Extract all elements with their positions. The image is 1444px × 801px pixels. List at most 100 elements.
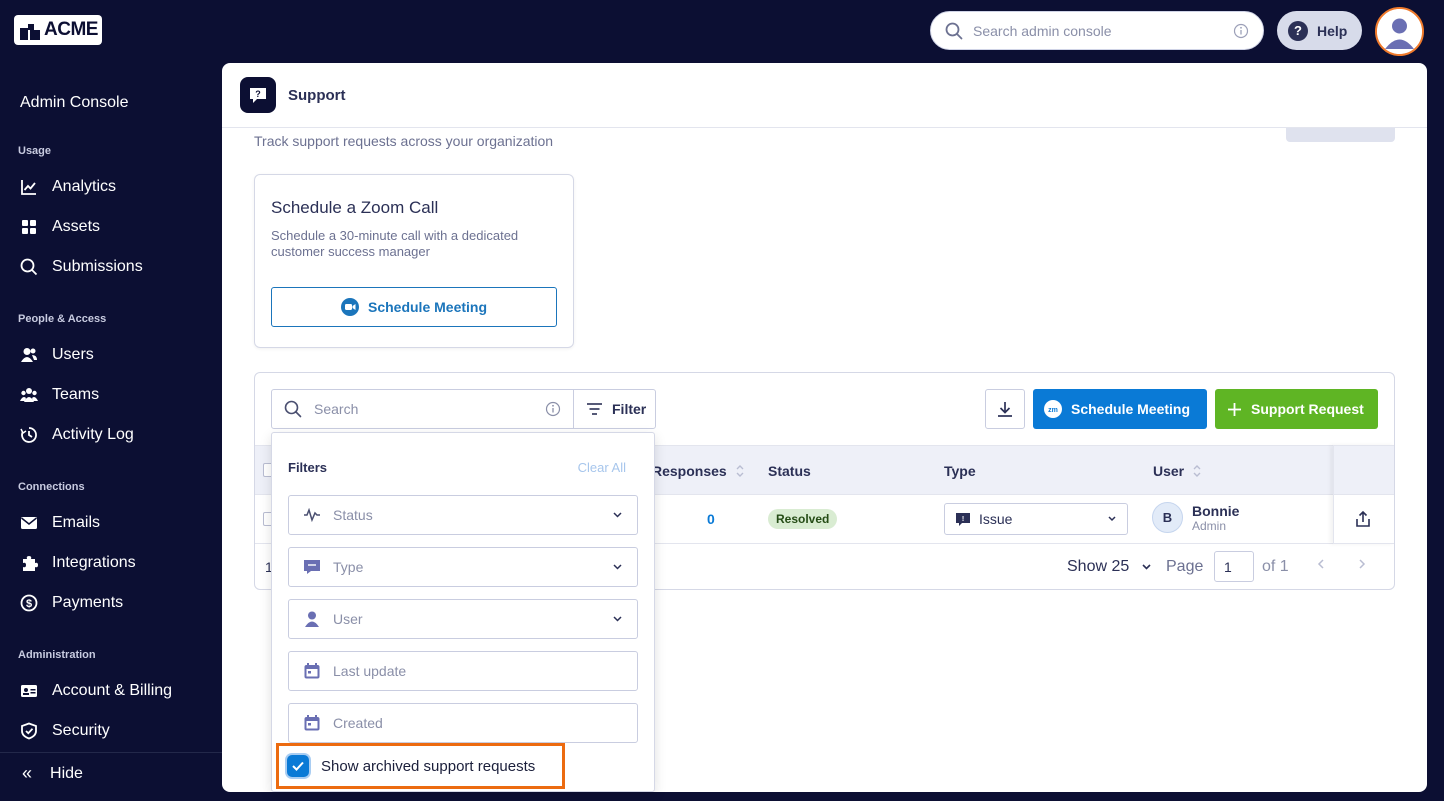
help-label: Help <box>1317 22 1348 39</box>
chevron-down-icon <box>1108 516 1116 522</box>
header-action-button[interactable] <box>1286 128 1395 142</box>
user-filter-select[interactable]: User <box>288 599 638 639</box>
acme-logo[interactable]: ACME <box>14 15 102 45</box>
clear-all-link[interactable]: Clear All <box>578 460 626 475</box>
info-icon[interactable] <box>1233 23 1249 39</box>
user-avatar-icon <box>1377 9 1422 54</box>
show-archived-toggle[interactable]: Show archived support requests <box>276 743 565 789</box>
chevron-down-icon <box>1142 564 1151 570</box>
users-icon <box>21 348 37 362</box>
chevron-down-icon <box>613 564 622 570</box>
status-filter-select[interactable]: Status <box>288 495 638 535</box>
sidebar-item-submissions[interactable]: Submissions <box>20 255 143 279</box>
download-icon <box>998 402 1012 417</box>
column-header-type: Type <box>944 463 976 479</box>
sidebar-item-label: Assets <box>52 218 101 235</box>
sidebar-item-label: Security <box>52 722 110 739</box>
hide-sidebar-button[interactable]: « Hide <box>22 763 83 784</box>
sidebar-section-connections: Connections <box>18 481 85 493</box>
help-button[interactable]: ? Help <box>1277 11 1362 50</box>
chevron-down-icon <box>613 512 622 518</box>
sidebar-section-usage: Usage <box>18 145 52 157</box>
sidebar-item-label: Integrations <box>52 554 136 571</box>
table-search-box[interactable] <box>271 389 574 429</box>
admin-search-input[interactable] <box>973 22 1233 39</box>
add-support-request-button[interactable]: Support Request <box>1215 389 1378 429</box>
page-header: ? Support <box>222 63 1427 128</box>
sidebar-item-label: Emails <box>52 514 101 531</box>
admin-search-box[interactable] <box>930 11 1264 50</box>
page-total: of 1 <box>1262 558 1289 575</box>
created-filter-input[interactable]: Created <box>288 703 638 743</box>
assets-icon <box>22 220 36 234</box>
sidebar-item-label: Account & Billing <box>52 682 173 699</box>
chevron-left-icon[interactable] <box>1315 557 1327 571</box>
zoom-video-icon <box>340 298 359 316</box>
type-value: Issue <box>979 511 1013 527</box>
zoom-card-title: Schedule a Zoom Call <box>271 198 439 217</box>
sidebar-section-people: People & Access <box>18 313 107 325</box>
last-update-filter-input[interactable]: Last update <box>288 651 638 691</box>
column-header-status: Status <box>768 463 811 479</box>
download-button[interactable] <box>985 389 1025 429</box>
sidebar-footer: « Hide <box>0 752 222 801</box>
activity-log-icon <box>20 427 37 443</box>
sidebar-item-emails[interactable]: Emails <box>20 511 100 535</box>
sidebar-item-security[interactable]: Security <box>20 719 110 743</box>
sort-icon <box>736 465 744 477</box>
page-size-select[interactable]: Show 25 <box>1067 558 1152 576</box>
sidebar-item-analytics[interactable]: Analytics <box>20 175 116 199</box>
share-icon[interactable] <box>1354 510 1372 528</box>
page-number-input[interactable] <box>1214 551 1254 582</box>
type-filter-select[interactable]: Type <box>288 547 638 587</box>
id-card-icon <box>21 685 37 697</box>
column-header-user[interactable]: User <box>1153 463 1202 479</box>
chevron-right-icon[interactable] <box>1356 557 1368 571</box>
sidebar-item-account-billing[interactable]: Account & Billing <box>20 679 172 703</box>
sidebar-section-administration: Administration <box>18 649 96 661</box>
shield-icon <box>21 722 37 740</box>
activity-pulse-icon <box>304 508 320 522</box>
filters-title: Filters <box>288 460 328 475</box>
puzzle-icon <box>23 556 38 571</box>
column-header-responses[interactable]: Responses <box>652 463 745 479</box>
sidebar-item-activity-log[interactable]: Activity Log <box>20 423 134 447</box>
table-search-input[interactable] <box>314 401 545 417</box>
svg-text:!: ! <box>962 516 964 523</box>
responses-count[interactable]: 0 <box>707 511 715 527</box>
calendar-icon <box>304 663 320 679</box>
search-icon <box>945 22 963 39</box>
sidebar: Admin Console Usage Analytics Assets Sub… <box>0 60 222 801</box>
row-actions-column <box>1333 445 1395 544</box>
schedule-meeting-label: Schedule Meeting <box>1071 401 1191 417</box>
svg-text:?: ? <box>255 89 261 99</box>
info-icon[interactable] <box>545 401 561 417</box>
support-chat-icon: ? <box>240 77 276 113</box>
schedule-meeting-outline-button[interactable]: Schedule Meeting <box>271 287 557 327</box>
sidebar-item-payments[interactable]: $ Payments <box>20 591 123 615</box>
type-select[interactable]: ! Issue <box>944 503 1128 535</box>
avatar: B <box>1152 502 1183 533</box>
zoom-card-description: Schedule a 30-minute call with a dedicat… <box>271 228 519 259</box>
hide-label: Hide <box>50 764 83 782</box>
zoom-call-card: Schedule a Zoom Call Schedule a 30-minut… <box>254 174 574 348</box>
page-title: Support <box>288 86 346 104</box>
page-label: Page <box>1166 558 1204 575</box>
sidebar-item-label: Payments <box>52 594 124 611</box>
svg-text:$: $ <box>26 598 32 610</box>
schedule-meeting-button[interactable]: zm Schedule Meeting <box>1033 389 1207 429</box>
chevron-down-icon <box>613 616 622 622</box>
sidebar-item-label: Submissions <box>52 258 143 275</box>
issue-icon: ! <box>956 513 970 526</box>
user-avatar-button[interactable] <box>1375 7 1424 56</box>
show-archived-checkbox[interactable] <box>287 755 309 777</box>
filters-dropdown: Filters Clear All Status Type User Last … <box>271 432 655 792</box>
sidebar-item-users[interactable]: Users <box>20 343 94 367</box>
user-name: Bonnie <box>1192 502 1240 519</box>
status-badge: Resolved <box>768 509 838 529</box>
sidebar-item-assets[interactable]: Assets <box>20 215 100 239</box>
filter-button[interactable]: Filter <box>573 389 656 429</box>
sidebar-item-teams[interactable]: Teams <box>20 383 99 407</box>
double-chevron-left-icon: « <box>22 763 33 783</box>
sidebar-item-integrations[interactable]: Integrations <box>20 551 136 575</box>
